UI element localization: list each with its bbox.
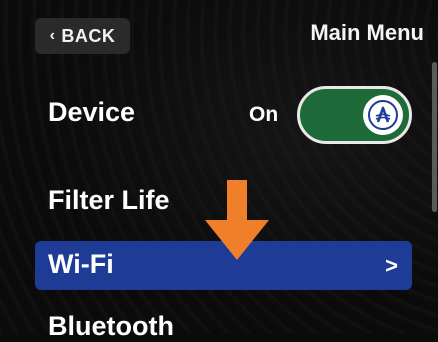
menu-item-device-label: Device <box>48 97 136 127</box>
page-title: Main Menu <box>310 20 424 45</box>
brand-logo-icon <box>366 98 400 132</box>
toggle-knob <box>363 95 403 135</box>
device-power-toggle[interactable] <box>297 86 412 144</box>
back-button-label: BACK <box>61 25 116 46</box>
down-arrow-icon <box>205 180 269 260</box>
chevron-left-icon: ‹ <box>49 27 56 44</box>
chevron-right-icon: > <box>385 253 398 278</box>
scrollbar[interactable] <box>432 62 437 212</box>
menu-item-filter-life[interactable]: Filter Life <box>48 185 170 216</box>
menu-item-bluetooth[interactable]: Bluetooth <box>48 311 174 342</box>
back-button[interactable]: ‹ BACK <box>35 18 130 54</box>
device-screen: ‹ BACK Main Menu Device On Filter Life W… <box>0 0 438 341</box>
menu-item-wifi-label: Wi-Fi <box>48 249 114 279</box>
device-toggle-state: On <box>249 103 279 126</box>
